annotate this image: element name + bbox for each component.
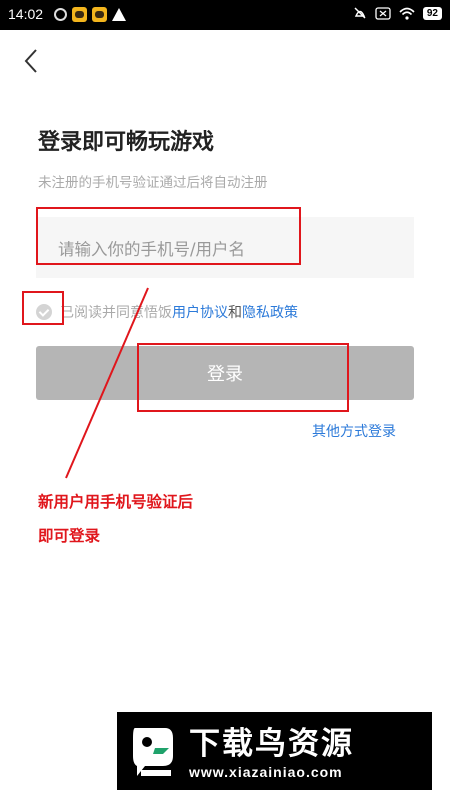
annotation-arrow-line	[65, 287, 149, 479]
annotation-text-line2: 即可登录	[38, 527, 101, 545]
watermark-brand: 下载鸟资源	[189, 726, 354, 762]
annotation-text-line1: 新用户用手机号验证后	[38, 493, 194, 511]
bird-logo-icon	[133, 728, 173, 776]
watermark-url: www.xiazainiao.com	[189, 764, 343, 780]
watermark: 下载鸟资源 www.xiazainiao.com	[117, 712, 432, 790]
